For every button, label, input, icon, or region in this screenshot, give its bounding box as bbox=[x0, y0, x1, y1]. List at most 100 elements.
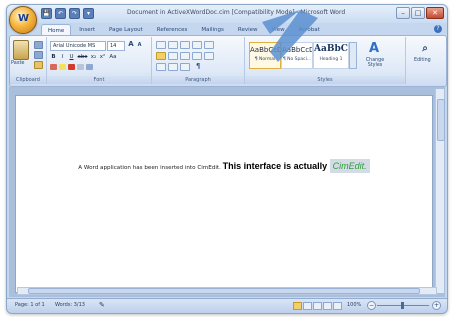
multilevel-list-icon[interactable] bbox=[180, 41, 190, 49]
cut-icon[interactable] bbox=[34, 41, 43, 49]
document-page[interactable]: A Word application has been inserted int… bbox=[15, 95, 433, 293]
tab-references[interactable]: References bbox=[151, 24, 194, 35]
tab-page-layout[interactable]: Page Layout bbox=[103, 24, 149, 35]
clear-format-icon[interactable] bbox=[50, 64, 57, 70]
bold-button[interactable]: B bbox=[50, 53, 57, 61]
vertical-scroll-thumb[interactable] bbox=[437, 99, 445, 141]
strikethrough-button[interactable]: abc bbox=[77, 53, 88, 61]
page-count[interactable]: Page: 1 of 1 bbox=[15, 302, 45, 308]
highlight-color-icon[interactable] bbox=[59, 64, 66, 70]
change-styles-icon[interactable]: A bbox=[367, 42, 381, 56]
font-size-box[interactable]: 14 bbox=[107, 41, 125, 51]
line-spacing-icon[interactable] bbox=[204, 52, 214, 60]
proofing-icon[interactable]: ✎ bbox=[99, 301, 105, 309]
horizontal-scrollbar[interactable] bbox=[17, 287, 437, 295]
tab-view[interactable]: View bbox=[266, 24, 291, 35]
decrease-indent-icon[interactable] bbox=[192, 41, 202, 49]
word-window: 💾 ↶ ↷ ▾ Document in ActiveXWordDoc.cim [… bbox=[6, 4, 448, 314]
quick-access-toolbar: 💾 ↶ ↷ ▾ bbox=[41, 8, 94, 19]
font-format-row: B I U abc x₂ x² Aa bbox=[50, 53, 118, 61]
office-button[interactable]: W bbox=[9, 6, 37, 34]
document-text-line: A Word application has been inserted int… bbox=[16, 154, 432, 173]
customize-qat-icon[interactable]: ▾ bbox=[83, 8, 94, 19]
numbering-icon[interactable] bbox=[168, 41, 178, 49]
close-button[interactable]: ✕ bbox=[426, 7, 444, 19]
doc-text-highlight: CimEdit. bbox=[329, 159, 370, 173]
zoom-out-button[interactable]: − bbox=[367, 301, 376, 310]
editing-label: Editing bbox=[414, 58, 431, 63]
word-count[interactable]: Words: 3/13 bbox=[55, 302, 85, 308]
zoom-in-button[interactable]: + bbox=[432, 301, 441, 310]
help-icon[interactable]: ? bbox=[434, 25, 442, 33]
style-normal-name: ¶ Normal bbox=[254, 57, 276, 62]
full-screen-view-button[interactable] bbox=[303, 302, 312, 310]
zoom-level[interactable]: 100% bbox=[347, 302, 361, 308]
shrink-font-icon[interactable]: A bbox=[136, 41, 143, 49]
zoom-slider-knob[interactable] bbox=[401, 302, 404, 309]
format-painter-icon[interactable] bbox=[34, 61, 43, 69]
paste-button[interactable] bbox=[13, 40, 29, 60]
borders-icon[interactable] bbox=[168, 63, 178, 71]
char-border-icon[interactable] bbox=[86, 64, 93, 70]
style-heading-1[interactable]: AaBbC Heading 1 bbox=[313, 42, 349, 69]
grow-font-icon[interactable]: A bbox=[127, 40, 135, 49]
window-title: Document in ActiveXWordDoc.cim [Compatib… bbox=[127, 9, 346, 16]
align-left-icon[interactable] bbox=[156, 52, 166, 60]
clipboard-group: Paste Clipboard bbox=[10, 37, 47, 84]
vertical-scrollbar[interactable] bbox=[435, 89, 445, 293]
superscript-button[interactable]: x² bbox=[99, 53, 106, 61]
italic-button[interactable]: I bbox=[59, 53, 66, 61]
tab-insert[interactable]: Insert bbox=[73, 24, 101, 35]
align-center-icon[interactable] bbox=[168, 52, 178, 60]
minimize-button[interactable]: – bbox=[396, 7, 410, 19]
style-no-spacing[interactable]: AaBbCcDc ¶ No Spaci... bbox=[281, 42, 313, 69]
binoculars-icon[interactable]: ⌕ bbox=[418, 42, 432, 56]
copy-icon[interactable] bbox=[34, 51, 43, 59]
subscript-button[interactable]: x₂ bbox=[90, 53, 97, 61]
print-layout-view-button[interactable] bbox=[293, 302, 302, 310]
show-formatting-icon[interactable]: ¶ bbox=[196, 62, 200, 70]
tab-mailings[interactable]: Mailings bbox=[195, 24, 230, 35]
font-name-box[interactable]: Arial Unicode MS bbox=[50, 41, 106, 51]
style-no-spacing-sample: AaBbCcDc bbox=[282, 46, 312, 54]
tab-acrobat[interactable]: Acrobat bbox=[293, 24, 326, 35]
sort-icon[interactable] bbox=[180, 63, 190, 71]
align-right-icon[interactable] bbox=[180, 52, 190, 60]
font-group: Arial Unicode MS 14 A A B I U abc x₂ x² … bbox=[47, 37, 152, 84]
document-area: A Word application has been inserted int… bbox=[9, 87, 445, 297]
font-group-label: Font bbox=[47, 76, 151, 84]
doc-text-intro: A Word application has been inserted int… bbox=[78, 165, 223, 171]
style-normal[interactable]: AaBbCcDc ¶ Normal bbox=[249, 42, 281, 69]
styles-group-label: Styles bbox=[245, 76, 405, 84]
justify-icon[interactable] bbox=[192, 52, 202, 60]
paste-label: Paste bbox=[11, 60, 25, 66]
bullets-icon[interactable] bbox=[156, 41, 166, 49]
paragraph-group-label: Paragraph bbox=[152, 76, 244, 84]
maximize-button[interactable]: □ bbox=[411, 7, 425, 19]
increase-indent-icon[interactable] bbox=[204, 41, 214, 49]
style-no-spacing-name: ¶ No Spaci... bbox=[282, 57, 312, 62]
shading-icon[interactable] bbox=[156, 63, 166, 71]
title-bar: 💾 ↶ ↷ ▾ Document in ActiveXWordDoc.cim [… bbox=[7, 5, 447, 23]
draft-view-button[interactable] bbox=[333, 302, 342, 310]
font-color-icon[interactable] bbox=[68, 64, 75, 70]
view-buttons bbox=[293, 302, 342, 310]
redo-icon[interactable]: ↷ bbox=[69, 8, 80, 19]
tab-review[interactable]: Review bbox=[232, 24, 264, 35]
horizontal-scroll-thumb[interactable] bbox=[28, 288, 420, 294]
web-layout-view-button[interactable] bbox=[313, 302, 322, 310]
outline-view-button[interactable] bbox=[323, 302, 332, 310]
char-shading-icon[interactable] bbox=[77, 64, 84, 70]
ribbon: Paste Clipboard Arial Unicode MS 14 A A … bbox=[9, 35, 447, 87]
font-color-row bbox=[50, 64, 93, 72]
style-normal-sample: AaBbCcDc bbox=[250, 46, 280, 54]
list-row bbox=[156, 41, 214, 49]
change-styles-label: Change Styles bbox=[365, 58, 385, 68]
underline-button[interactable]: U bbox=[68, 53, 75, 61]
clipboard-group-label: Clipboard bbox=[10, 76, 46, 84]
undo-icon[interactable]: ↶ bbox=[55, 8, 66, 19]
styles-scroll-icon[interactable] bbox=[349, 42, 357, 69]
save-icon[interactable]: 💾 bbox=[41, 8, 52, 19]
change-case-button[interactable]: Aa bbox=[108, 53, 118, 61]
styles-group: AaBbCcDc ¶ Normal AaBbCcDc ¶ No Spaci...… bbox=[245, 37, 406, 84]
